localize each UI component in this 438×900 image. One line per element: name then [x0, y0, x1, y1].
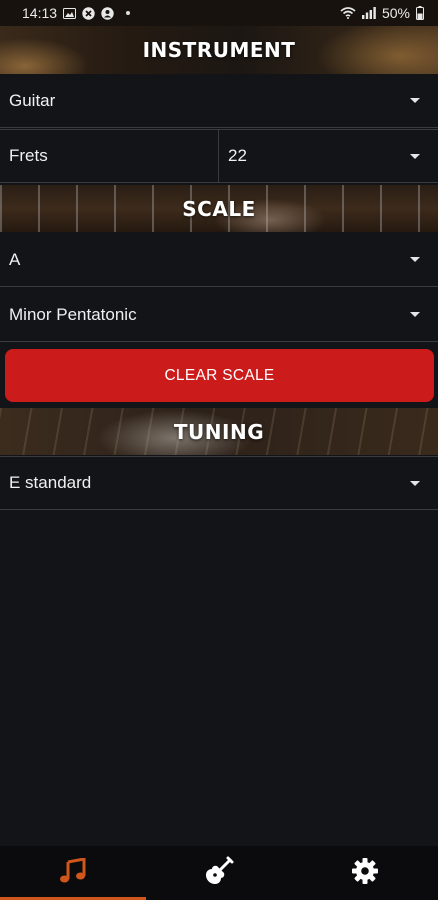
x-icon: [82, 6, 95, 20]
status-bar: 14:13 50%: [0, 0, 438, 26]
clear-scale-button[interactable]: CLEAR SCALE: [5, 349, 434, 402]
battery-percent: 50%: [381, 5, 410, 21]
frets-select-value: 22: [228, 146, 247, 165]
caret-down-icon: [410, 312, 420, 317]
gallery-icon: [63, 7, 77, 19]
caret-down-icon: [410, 98, 420, 103]
tuning-section-header: TUNING: [0, 408, 438, 455]
tuning-row: E standard: [0, 456, 438, 510]
scale-section-title: SCALE: [182, 196, 256, 221]
nav-tab-settings[interactable]: [292, 846, 438, 900]
caret-down-icon: [410, 257, 420, 262]
account-icon: [101, 6, 114, 20]
wifi-icon: [340, 7, 356, 19]
instrument-section-title: INSTRUMENT: [142, 38, 296, 62]
scale-root-row: A: [0, 233, 438, 287]
frets-select[interactable]: 22: [219, 130, 438, 182]
scale-type-value: Minor Pentatonic: [9, 304, 137, 324]
nav-tab-instrument[interactable]: [146, 846, 292, 900]
nav-tab-scales[interactable]: [0, 846, 146, 900]
scale-type-select[interactable]: Minor Pentatonic: [0, 288, 438, 341]
tuning-select-value: E standard: [9, 473, 92, 492]
frets-row: Frets 22: [0, 129, 438, 183]
caret-down-icon: [410, 480, 420, 486]
tuning-section-title: TUNING: [173, 419, 265, 444]
tuning-select[interactable]: E standard: [0, 457, 438, 509]
gear-icon: [351, 857, 379, 890]
notification-dot: [126, 11, 131, 15]
music-note-icon: [59, 856, 87, 889]
instrument-select-value: Guitar: [9, 90, 56, 110]
scale-type-row: Minor Pentatonic: [0, 288, 438, 342]
instrument-select[interactable]: Guitar: [0, 74, 438, 127]
scale-root-select[interactable]: A: [0, 233, 438, 286]
instrument-row: Guitar: [0, 74, 438, 128]
instrument-section-header: INSTRUMENT: [0, 26, 438, 74]
caret-down-icon: [410, 153, 420, 159]
frets-label: Frets: [0, 130, 219, 182]
guitar-icon: [204, 856, 234, 891]
signal-icon: [361, 7, 376, 19]
status-time: 14:13: [22, 5, 58, 21]
bottom-nav: [0, 846, 438, 900]
scale-root-value: A: [9, 249, 21, 269]
battery-icon: [416, 6, 424, 20]
scale-section-header: SCALE: [0, 185, 438, 232]
